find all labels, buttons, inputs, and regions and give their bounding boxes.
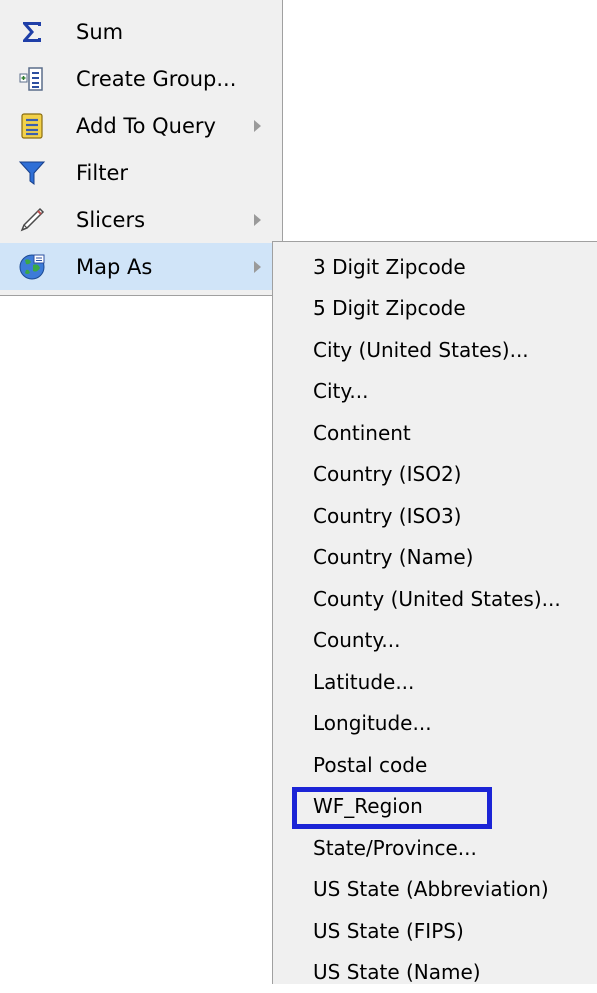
add-to-query-icon bbox=[16, 110, 48, 142]
submenu-item-country-name[interactable]: Country (Name) bbox=[273, 537, 597, 579]
submenu-item-continent[interactable]: Continent bbox=[273, 412, 597, 454]
menu-item-label: Map As bbox=[76, 255, 152, 279]
submenu-item-label: US State (Name) bbox=[313, 960, 481, 984]
submenu-item-5-digit-zipcode[interactable]: 5 Digit Zipcode bbox=[273, 288, 597, 330]
menu-item-add-to-query[interactable]: Add To Query bbox=[0, 102, 282, 149]
submenu-item-label: WF_Region bbox=[313, 794, 423, 818]
globe-icon bbox=[16, 251, 48, 283]
submenu-item-label: 5 Digit Zipcode bbox=[313, 296, 466, 320]
submenu-item-longitude[interactable]: Longitude... bbox=[273, 703, 597, 745]
submenu-item-us-state-abbreviation[interactable]: US State (Abbreviation) bbox=[273, 869, 597, 911]
submenu-item-state-province[interactable]: State/Province... bbox=[273, 827, 597, 869]
menu-item-label: Filter bbox=[76, 161, 128, 185]
funnel-icon bbox=[16, 157, 48, 189]
menu-item-sum[interactable]: Sum bbox=[0, 8, 282, 55]
menu-item-create-group[interactable]: Create Group... bbox=[0, 55, 282, 102]
submenu-item-label: Longitude... bbox=[313, 711, 432, 735]
submenu-item-label: County (United States)... bbox=[313, 587, 561, 611]
menu-item-slicers[interactable]: Slicers bbox=[0, 196, 282, 243]
submenu-item-us-state-name[interactable]: US State (Name) bbox=[273, 952, 597, 993]
submenu-item-label: Country (ISO2) bbox=[313, 462, 461, 486]
submenu-arrow-icon bbox=[254, 261, 261, 273]
submenu-item-label: City (United States)... bbox=[313, 338, 529, 362]
submenu-item-label: Country (ISO3) bbox=[313, 504, 461, 528]
submenu-item-country-iso3[interactable]: Country (ISO3) bbox=[273, 495, 597, 537]
submenu-item-label: US State (Abbreviation) bbox=[313, 877, 549, 901]
submenu-item-city-united-states[interactable]: City (United States)... bbox=[273, 329, 597, 371]
submenu-item-country-iso2[interactable]: Country (ISO2) bbox=[273, 454, 597, 496]
map-as-submenu: 3 Digit Zipcode 5 Digit Zipcode City (Un… bbox=[272, 241, 597, 984]
submenu-item-label: 3 Digit Zipcode bbox=[313, 255, 466, 279]
create-group-icon bbox=[16, 63, 48, 95]
context-menu: Sum Create Group... bbox=[0, 0, 283, 296]
submenu-item-label: Postal code bbox=[313, 753, 427, 777]
submenu-item-county-united-states[interactable]: County (United States)... bbox=[273, 578, 597, 620]
submenu-item-wf-region[interactable]: WF_Region bbox=[273, 786, 597, 828]
submenu-item-postal-code[interactable]: Postal code bbox=[273, 744, 597, 786]
submenu-arrow-icon bbox=[254, 120, 261, 132]
submenu-item-3-digit-zipcode[interactable]: 3 Digit Zipcode bbox=[273, 246, 597, 288]
menu-item-label: Slicers bbox=[76, 208, 145, 232]
submenu-item-label: Country (Name) bbox=[313, 545, 473, 569]
submenu-item-label: Continent bbox=[313, 421, 411, 445]
menu-item-label: Add To Query bbox=[76, 114, 216, 138]
submenu-item-label: City... bbox=[313, 379, 368, 403]
submenu-item-label: US State (FIPS) bbox=[313, 919, 464, 943]
submenu-item-latitude[interactable]: Latitude... bbox=[273, 661, 597, 703]
submenu-item-county[interactable]: County... bbox=[273, 620, 597, 662]
submenu-arrow-icon bbox=[254, 214, 261, 226]
submenu-item-label: State/Province... bbox=[313, 836, 477, 860]
submenu-item-label: County... bbox=[313, 628, 400, 652]
sigma-icon bbox=[16, 16, 48, 48]
menu-item-label: Create Group... bbox=[76, 67, 236, 91]
menu-item-label: Sum bbox=[76, 20, 123, 44]
submenu-item-city[interactable]: City... bbox=[273, 371, 597, 413]
pen-icon bbox=[16, 204, 48, 236]
submenu-item-us-state-fips[interactable]: US State (FIPS) bbox=[273, 910, 597, 952]
menu-item-map-as[interactable]: Map As bbox=[0, 243, 282, 290]
menu-item-filter[interactable]: Filter bbox=[0, 149, 282, 196]
submenu-item-label: Latitude... bbox=[313, 670, 414, 694]
